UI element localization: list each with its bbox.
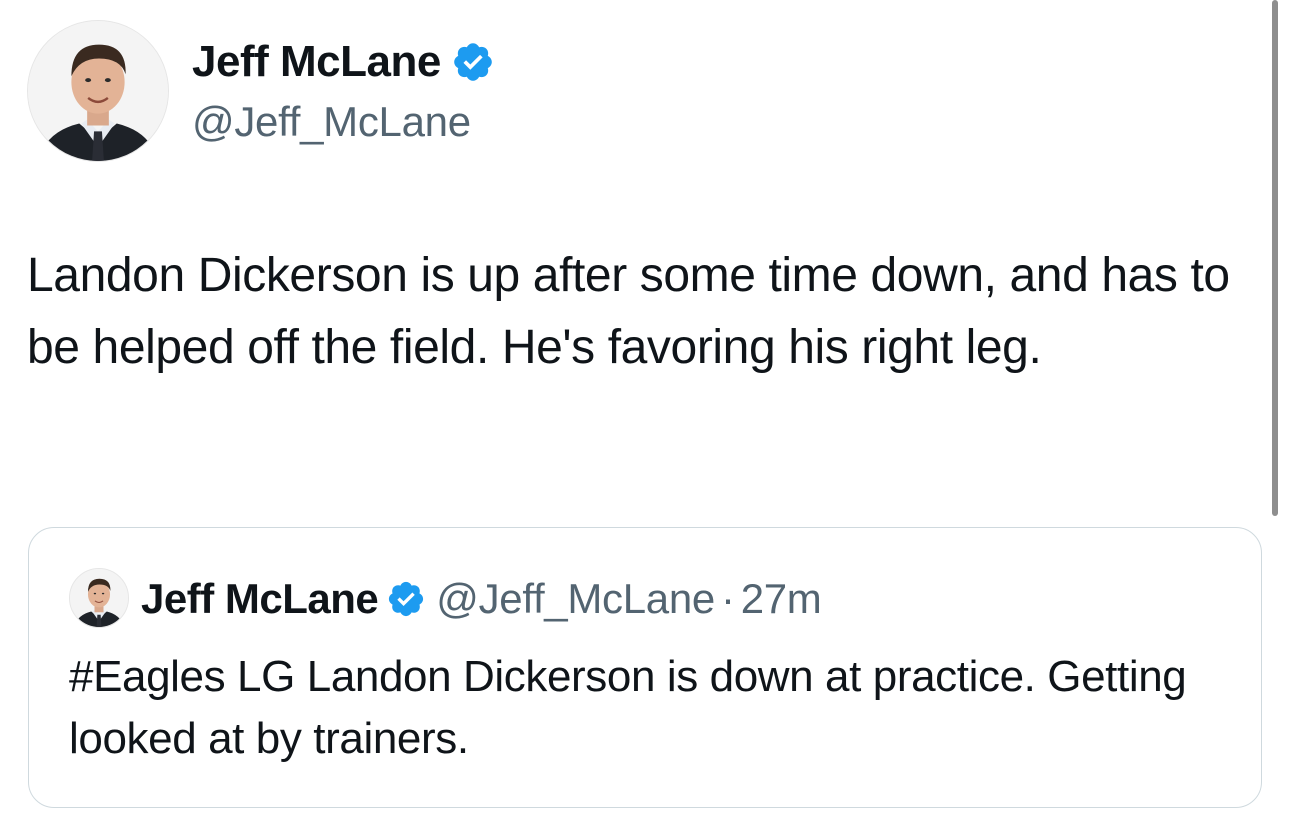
quoted-tweet-header: Jeff McLane @Jeff_McLane · 27m (141, 572, 822, 626)
author-avatar[interactable] (27, 20, 169, 162)
quoted-author-name[interactable]: Jeff McLane (141, 575, 379, 623)
separator-dot: · (721, 575, 735, 622)
scrollbar[interactable] (1272, 0, 1278, 516)
author-name[interactable]: Jeff McLane (192, 36, 495, 88)
verified-badge-icon[interactable] (386, 579, 426, 619)
verified-badge-icon[interactable] (451, 40, 495, 84)
quoted-tweet-text: #Eagles LG Landon Dickerson is down at p… (69, 652, 1187, 763)
avatar-photo-icon (70, 569, 128, 627)
quoted-tweet-card[interactable]: Jeff McLane @Jeff_McLane · 27m #Eagles L… (28, 527, 1262, 808)
avatar-photo-icon (28, 21, 168, 161)
author-handle[interactable]: @Jeff_McLane (192, 96, 471, 148)
quoted-author-avatar[interactable] (69, 568, 129, 628)
tweet-text: Landon Dickerson is up after some time d… (27, 249, 1230, 374)
quoted-author-handle[interactable]: @Jeff_McLane (436, 575, 715, 623)
author-name-text[interactable]: Jeff McLane (192, 36, 441, 88)
quoted-tweet-timestamp[interactable]: 27m (741, 575, 822, 623)
